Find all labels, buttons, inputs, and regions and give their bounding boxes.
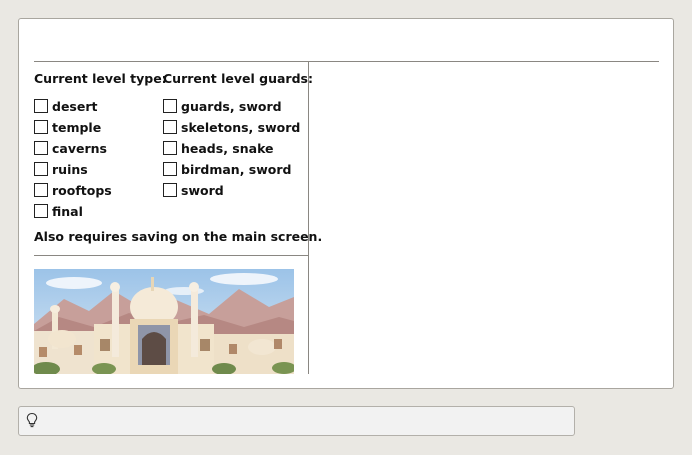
level-type-temple-checkbox[interactable]: temple xyxy=(34,118,101,136)
status-bar xyxy=(18,406,575,436)
birdman-sword-checkbox[interactable]: birdman, sword xyxy=(163,160,292,178)
save-note: Also requires saving on the main screen. xyxy=(34,229,323,244)
checkbox-box[interactable] xyxy=(34,183,48,197)
level-type-caverns-checkbox[interactable]: caverns xyxy=(34,139,107,157)
checkbox-box[interactable] xyxy=(34,120,48,134)
lightbulb-icon xyxy=(25,412,39,431)
sword-checkbox[interactable]: sword xyxy=(163,181,224,199)
level-type-final-checkbox[interactable]: final xyxy=(34,202,83,220)
checkbox-label: ruins xyxy=(52,161,88,177)
checkbox-box[interactable] xyxy=(34,204,48,218)
level-type-rooftops-checkbox[interactable]: rooftops xyxy=(34,181,112,199)
level-type-heading: Current level type: xyxy=(34,71,167,86)
checkbox-box[interactable] xyxy=(34,99,48,113)
guards-sword-checkbox[interactable]: guards, sword xyxy=(163,97,282,115)
checkbox-box[interactable] xyxy=(163,120,177,134)
checkbox-box[interactable] xyxy=(163,141,177,155)
checkbox-label: heads, snake xyxy=(181,140,274,156)
checkbox-label: skeletons, sword xyxy=(181,119,301,135)
checkbox-label: caverns xyxy=(52,140,107,156)
checkbox-label: desert xyxy=(52,98,98,114)
vertical-divider xyxy=(308,62,309,374)
skeletons-sword-checkbox[interactable]: skeletons, sword xyxy=(163,118,300,136)
level-type-ruins-checkbox[interactable]: ruins xyxy=(34,160,88,178)
checkbox-label: final xyxy=(52,203,83,219)
checkbox-label: sword xyxy=(181,182,224,198)
checkbox-label: temple xyxy=(52,119,102,135)
checkbox-box[interactable] xyxy=(163,183,177,197)
checkbox-label: birdman, sword xyxy=(181,161,292,177)
top-divider xyxy=(34,61,659,62)
heads-snake-checkbox[interactable]: heads, snake xyxy=(163,139,274,157)
checkbox-box[interactable] xyxy=(34,162,48,176)
checkbox-box[interactable] xyxy=(163,162,177,176)
level-guards-heading: Current level guards: xyxy=(163,71,313,86)
checkbox-label: guards, sword xyxy=(181,98,282,114)
palace-scene-image xyxy=(34,269,294,374)
main-panel: Current level type: Current level guards… xyxy=(18,18,674,389)
section-divider xyxy=(34,255,308,256)
checkbox-label: rooftops xyxy=(52,182,112,198)
level-type-desert-checkbox[interactable]: desert xyxy=(34,97,97,115)
checkbox-box[interactable] xyxy=(163,99,177,113)
checkbox-box[interactable] xyxy=(34,141,48,155)
